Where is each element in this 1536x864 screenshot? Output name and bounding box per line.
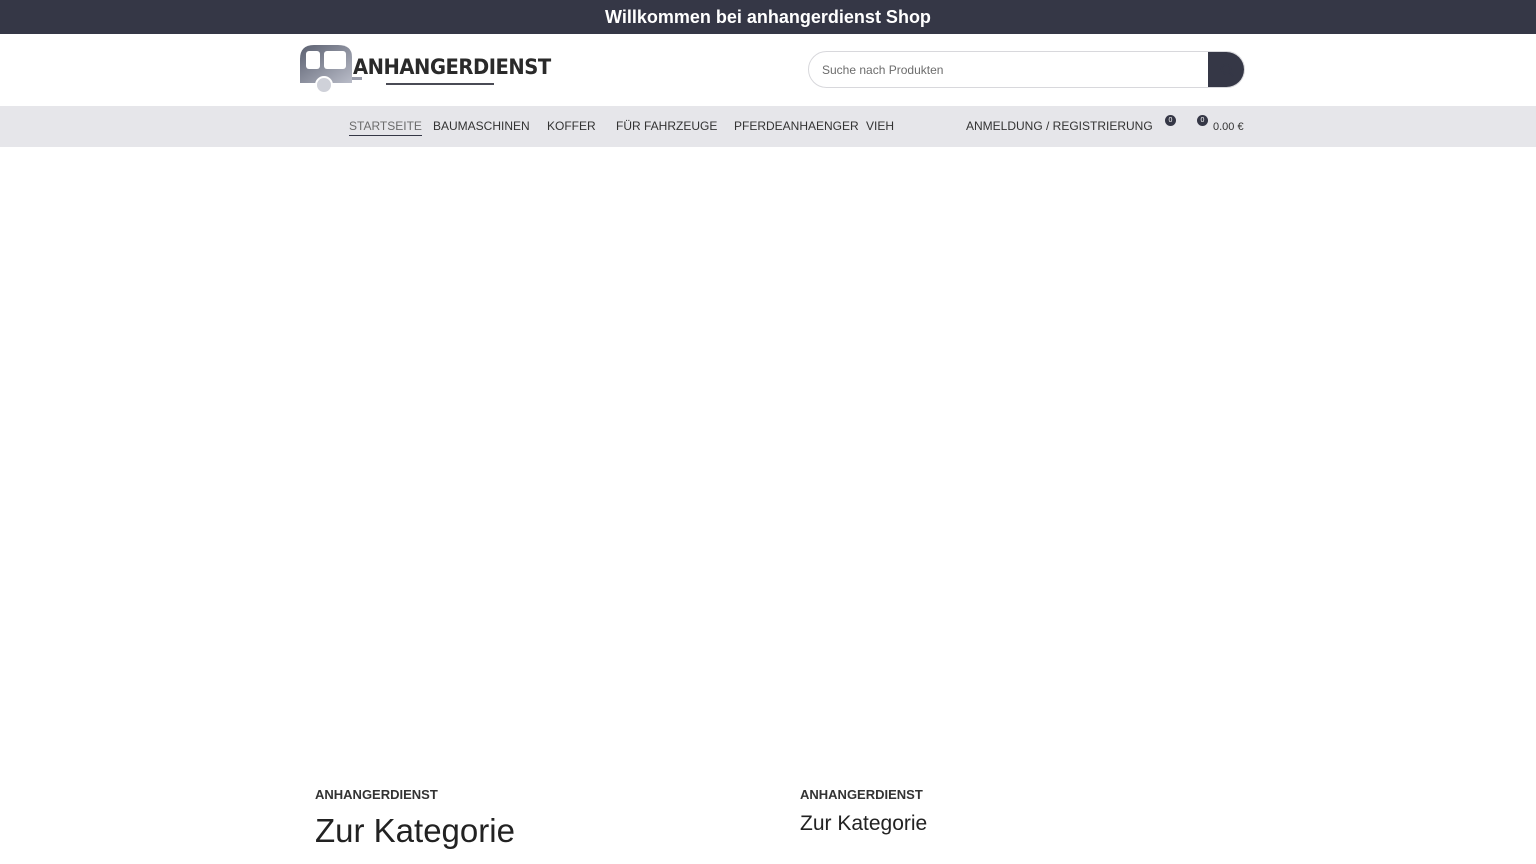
welcome-text: Willkommen bei anhangerdienst Shop bbox=[605, 6, 931, 27]
nav-item-koffer[interactable]: KOFFER bbox=[547, 119, 596, 133]
logo-text: ANHANGERDIENST bbox=[353, 55, 551, 79]
cart-link[interactable]: 0 bbox=[1192, 115, 1210, 136]
category-left-label: ANHANGERDIENST bbox=[315, 787, 438, 802]
search-form bbox=[808, 51, 1245, 88]
search-button[interactable] bbox=[1208, 52, 1244, 87]
nav-item-baumaschinen[interactable]: BAUMASCHINEN bbox=[433, 119, 530, 133]
login-register-link[interactable]: ANMELDUNG / REGISTRIERUNG bbox=[966, 119, 1153, 133]
cart-total[interactable]: 0.00 € bbox=[1213, 121, 1244, 133]
category-right-label: ANHANGERDIENST bbox=[800, 787, 923, 802]
search-input[interactable] bbox=[809, 52, 1209, 87]
site-header: ANHANGERDIENST bbox=[0, 34, 1536, 106]
nav-item-vieh[interactable]: VIEH bbox=[866, 119, 894, 133]
category-left-heading[interactable]: Zur Kategorie bbox=[315, 811, 735, 851]
cart-count-badge: 0 bbox=[1197, 115, 1208, 126]
category-right-heading[interactable]: Zur Kategorie bbox=[800, 810, 950, 837]
hero-area bbox=[0, 147, 1536, 767]
nav-item-fuer-fahrzeuge[interactable]: FÜR FAHRZEUGE bbox=[616, 119, 717, 133]
logo-underline bbox=[386, 83, 494, 85]
site-logo[interactable]: ANHANGERDIENST bbox=[294, 43, 551, 97]
wishlist-count-badge: 0 bbox=[1165, 115, 1176, 126]
welcome-bar: Willkommen bei anhangerdienst Shop bbox=[0, 0, 1536, 34]
search-icon bbox=[1220, 63, 1234, 77]
wishlist-link[interactable]: 0 bbox=[1160, 115, 1178, 136]
nav-item-pferdeanhaenger[interactable]: PFERDEANHAENGER bbox=[734, 119, 859, 133]
nav-item-startseite[interactable]: STARTSEITE bbox=[349, 119, 422, 136]
main-navigation: STARTSEITE BAUMASCHINEN KOFFER FÜR FAHRZ… bbox=[0, 106, 1536, 147]
